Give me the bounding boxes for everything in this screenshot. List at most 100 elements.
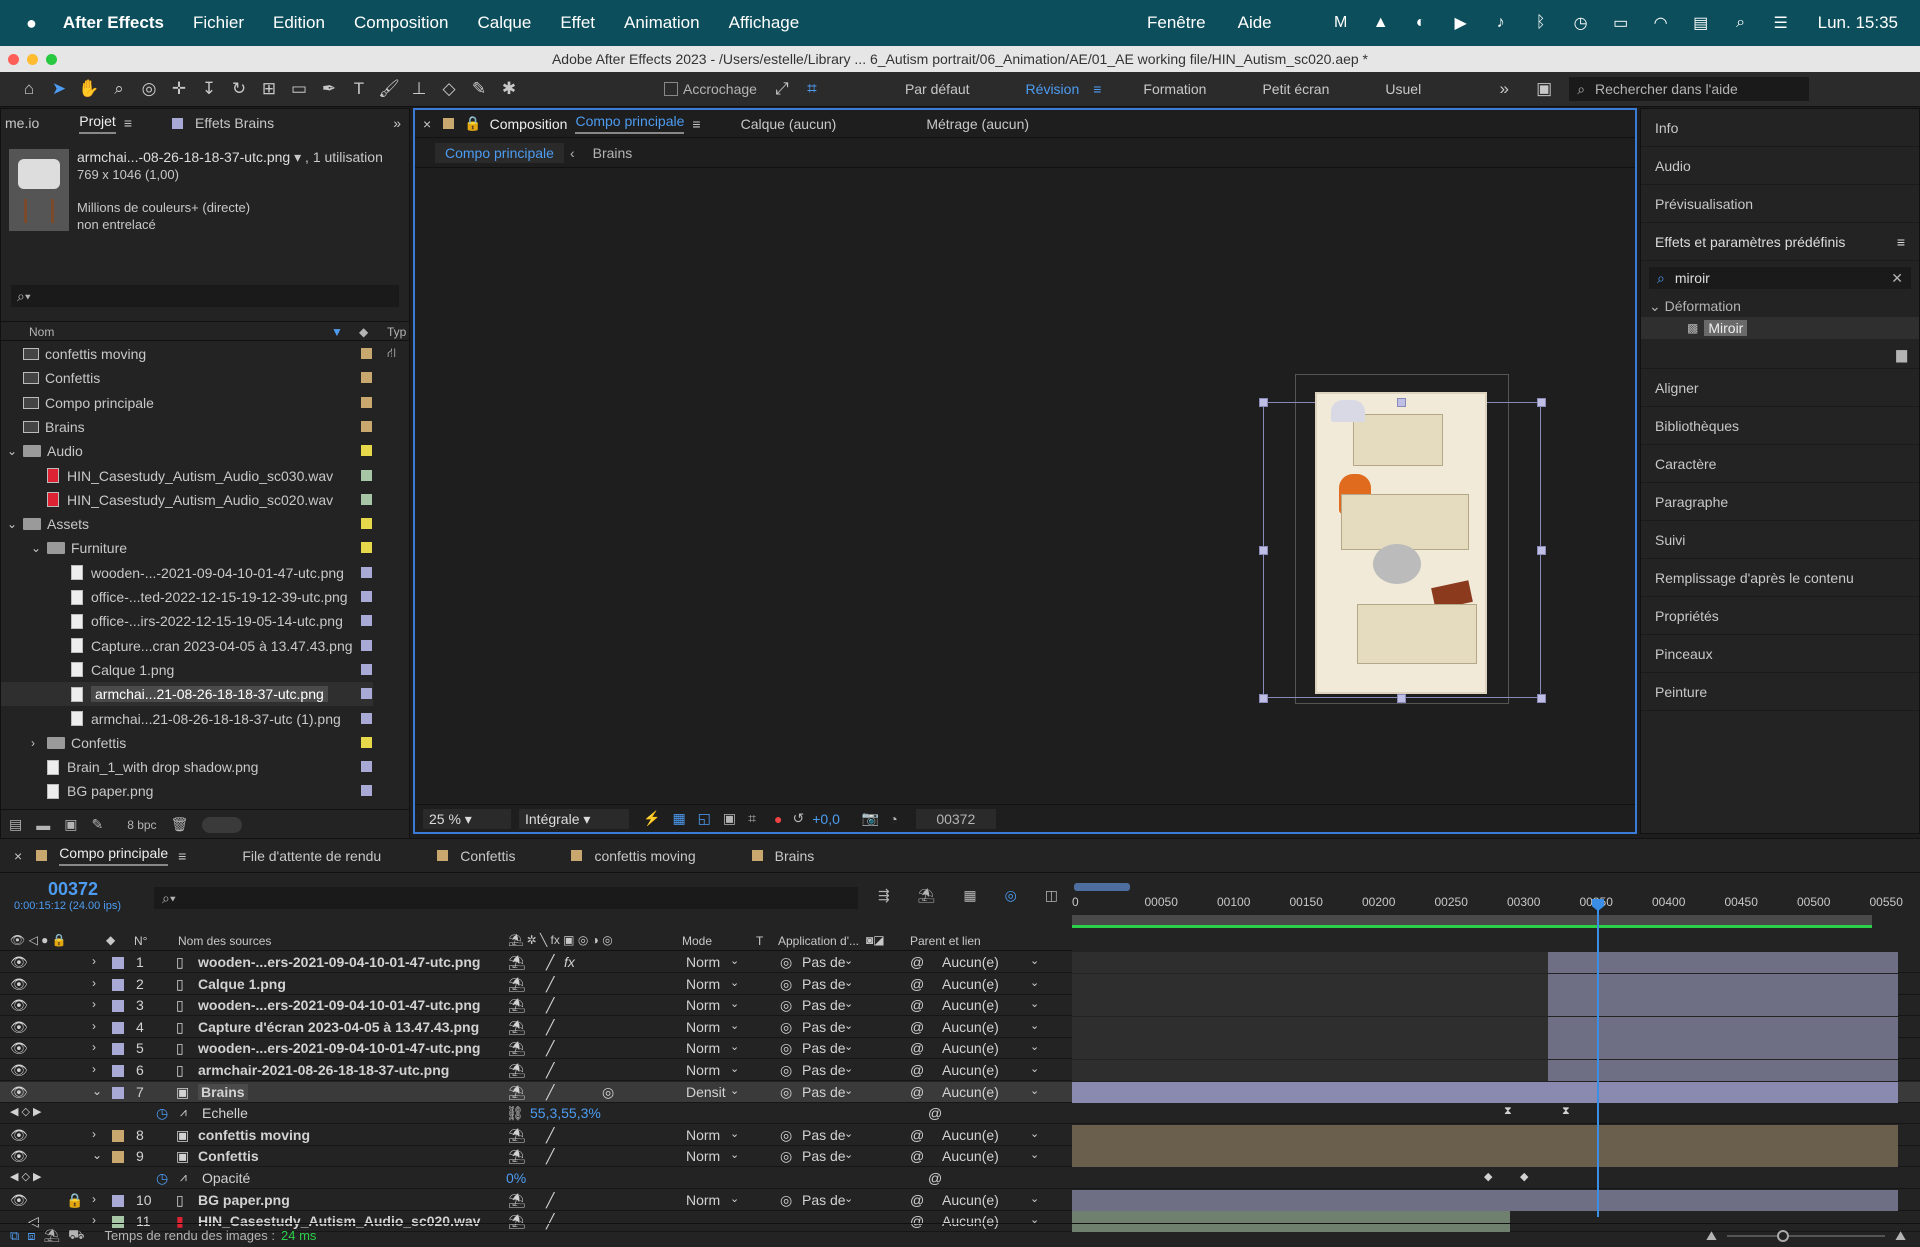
parent-pickwhip-icon[interactable]: @	[910, 1127, 924, 1143]
workspace-3[interactable]: Petit écran	[1262, 81, 1329, 97]
transform-handle[interactable]	[1259, 546, 1268, 555]
preserve-transparency-icon[interactable]: ◎	[780, 1127, 792, 1144]
keyframe-icon[interactable]: ⧗	[1504, 1105, 1512, 1118]
shy-switch-icon[interactable]: ⛱	[508, 1127, 526, 1144]
label-swatch[interactable]	[361, 493, 372, 505]
quality-switch-icon[interactable]: ╱	[546, 1148, 554, 1165]
menu-1[interactable]: Edition	[273, 13, 325, 33]
visibility-eye-icon[interactable]: 👁	[10, 1084, 28, 1101]
layer-duration-bar[interactable]	[1548, 952, 1898, 973]
minimize-window-button[interactable]	[27, 54, 38, 65]
layer-duration-bar[interactable]	[1072, 1189, 1898, 1211]
track-matte-select[interactable]: Pas de	[802, 954, 846, 970]
track-matte-select[interactable]: Pas de	[802, 1040, 846, 1056]
layer-name[interactable]: Brains	[198, 1083, 248, 1100]
panel-bottom-0[interactable]: Aligner	[1641, 369, 1919, 407]
parent-pickwhip-icon[interactable]: @	[910, 1148, 924, 1164]
play-icon[interactable]: ▶	[1450, 13, 1472, 33]
layer-name[interactable]: Confettis	[198, 1148, 259, 1164]
category-deformation[interactable]: ⌄ Déformation	[1641, 295, 1919, 317]
transparency-grid-icon[interactable]: ▦	[672, 810, 685, 827]
tab-composition-prefix[interactable]: Composition	[490, 116, 568, 132]
grid-guides-icon[interactable]: ⌗	[748, 810, 756, 827]
close-tab-icon[interactable]: ×	[14, 848, 22, 864]
snap-options-icon[interactable]: ⤢	[767, 79, 797, 99]
comp-viewer[interactable]	[415, 170, 1635, 800]
layer-name[interactable]: BG paper.png	[198, 1192, 290, 1208]
apple-icon[interactable]: ●	[26, 13, 37, 34]
render-time-icon[interactable]: ⛟	[68, 1227, 84, 1245]
time-machine-icon[interactable]: ◷	[1570, 13, 1592, 33]
layer-duration-bar[interactable]	[1072, 1146, 1898, 1168]
track-matte-select[interactable]: Pas de	[802, 1019, 846, 1035]
parent-pickwhip-icon[interactable]: @	[910, 1062, 924, 1078]
parent-select[interactable]: Aucun(e)	[942, 1084, 999, 1100]
transform-handle[interactable]	[1397, 694, 1406, 703]
track-matte-select[interactable]: Pas de	[802, 1148, 846, 1164]
project-item[interactable]: Brain_1_with drop shadow.png	[1, 755, 373, 779]
shy-switch-icon[interactable]: ⛱	[508, 954, 526, 971]
project-item[interactable]: ⌄ Assets	[1, 512, 373, 536]
preserve-transparency-icon[interactable]: ◎	[780, 1040, 792, 1057]
project-item[interactable]: office-...ted-2022-12-15-19-12-39-utc.pn…	[1, 585, 373, 609]
interpret-footage-icon[interactable]: ▤	[9, 816, 22, 833]
visibility-eye-icon[interactable]: 👁	[10, 954, 28, 971]
project-item[interactable]: › Confettis	[1, 731, 373, 755]
shy-switch-icon[interactable]: ⛱	[508, 1084, 526, 1101]
parent-select[interactable]: Aucun(e)	[942, 997, 999, 1013]
parent-select[interactable]: Aucun(e)	[942, 1019, 999, 1035]
parent-select[interactable]: Aucun(e)	[942, 1192, 999, 1208]
fx-switch-icon[interactable]: fx	[564, 954, 575, 970]
wifi-icon[interactable]: ◠	[1650, 13, 1672, 33]
preserve-transparency-icon[interactable]: ◎	[780, 976, 792, 993]
layer-name[interactable]: wooden-...ers-2021-09-04-10-01-47-utc.pn…	[198, 997, 480, 1013]
layer-duration-bar[interactable]	[1548, 995, 1898, 1017]
quality-switch-icon[interactable]: ╱	[546, 954, 554, 971]
workspace-2[interactable]: Formation	[1143, 81, 1206, 97]
label-swatch[interactable]	[361, 566, 372, 578]
panel-0[interactable]: Info	[1641, 109, 1919, 147]
snapping-toggle[interactable]: Accrochage	[664, 81, 757, 97]
chevron-down-icon[interactable]: ⌄	[7, 444, 23, 458]
label-swatch[interactable]	[361, 712, 372, 724]
keyframe-icon[interactable]: ⧗	[1562, 1105, 1570, 1118]
breadcrumb-compo-principale[interactable]: Compo principale	[435, 142, 564, 163]
label-swatch[interactable]	[361, 761, 372, 773]
label-swatch[interactable]	[361, 348, 372, 359]
thumbnail-scale-slider[interactable]	[202, 816, 243, 833]
panel-menu-icon[interactable]: ≡	[1897, 223, 1905, 260]
graph-toggle-icon[interactable]: ⛱	[44, 1228, 61, 1244]
parent-select[interactable]: Aucun(e)	[942, 1062, 999, 1078]
label-swatch[interactable]	[361, 785, 372, 797]
project-item[interactable]: ⌄ Furniture	[1, 536, 373, 560]
pan-behind-icon[interactable]: ⊞	[254, 79, 284, 99]
expand-chevron-icon[interactable]: ›	[92, 1040, 96, 1054]
layer-label-swatch[interactable]	[112, 978, 124, 991]
parent-select[interactable]: Aucun(e)	[942, 1148, 999, 1164]
parent-pickwhip-icon[interactable]: @	[910, 997, 924, 1013]
brush-tool-icon[interactable]: 🖌	[374, 79, 404, 99]
new-comp-icon[interactable]: ▣	[64, 816, 77, 833]
label-swatch[interactable]	[361, 639, 372, 651]
project-item[interactable]: wooden-...-2021-09-04-10-01-47-utc.png	[1, 561, 373, 585]
col-name[interactable]: Nom	[29, 322, 54, 342]
clear-search-icon[interactable]: ✕	[1891, 270, 1903, 287]
visibility-eye-icon[interactable]: 👁	[10, 1040, 28, 1057]
expand-chevron-icon[interactable]: ›	[92, 954, 96, 968]
new-folder-icon[interactable]: ▬	[36, 817, 50, 833]
snapping-checkbox[interactable]	[664, 82, 678, 96]
close-window-button[interactable]	[8, 54, 19, 65]
zoom-in-icon[interactable]: ⛰	[1895, 1228, 1906, 1244]
timeline-tab-1[interactable]: File d'attente de rendu	[242, 848, 381, 864]
expand-chevron-icon[interactable]: ›	[92, 976, 96, 990]
panel-bottom-3[interactable]: Paragraphe	[1641, 483, 1919, 521]
col-matte[interactable]: Application d'...	[778, 934, 859, 948]
link-icon[interactable]: ⛓	[506, 1105, 524, 1122]
label-swatch[interactable]	[361, 591, 372, 602]
layer-label-swatch[interactable]	[112, 1043, 124, 1056]
layer-duration-bar[interactable]	[1548, 1016, 1898, 1038]
menu-0[interactable]: Fichier	[193, 13, 244, 33]
flowchart-icon[interactable]: ⛙	[387, 345, 396, 363]
col-mode[interactable]: Mode	[682, 934, 712, 948]
layer-row[interactable]: 👁 › 2 ▯ Calque 1.png ⛱ ╱ Norm ⌄ ◎ Pas de ⌄ @ Aucun(e)…	[0, 973, 1920, 995]
